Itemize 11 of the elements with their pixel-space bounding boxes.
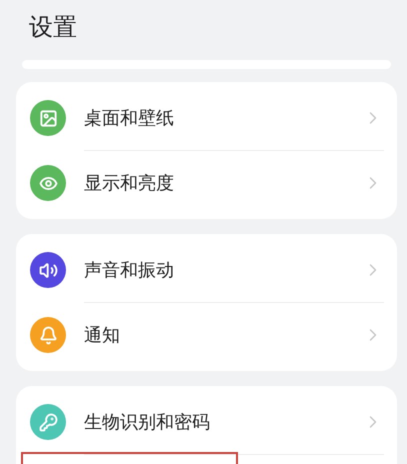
item-label: 显示和亮度 (84, 172, 175, 195)
settings-item[interactable]: 显示和亮度 (16, 151, 397, 215)
page-title: 设置 (28, 12, 78, 43)
item-label: 桌面和壁纸 (84, 107, 175, 130)
item-label: 生物识别和密码 (84, 411, 211, 434)
item-label: 声音和振动 (84, 259, 175, 282)
settings-item[interactable]: 桌面和壁纸 (16, 86, 397, 150)
settings-item[interactable]: 通知 (16, 303, 397, 367)
item-label: 通知 (84, 324, 121, 347)
settings-item[interactable]: 生物识别和密码 (16, 390, 397, 454)
settings-item[interactable]: 声音和振动 (16, 238, 397, 302)
